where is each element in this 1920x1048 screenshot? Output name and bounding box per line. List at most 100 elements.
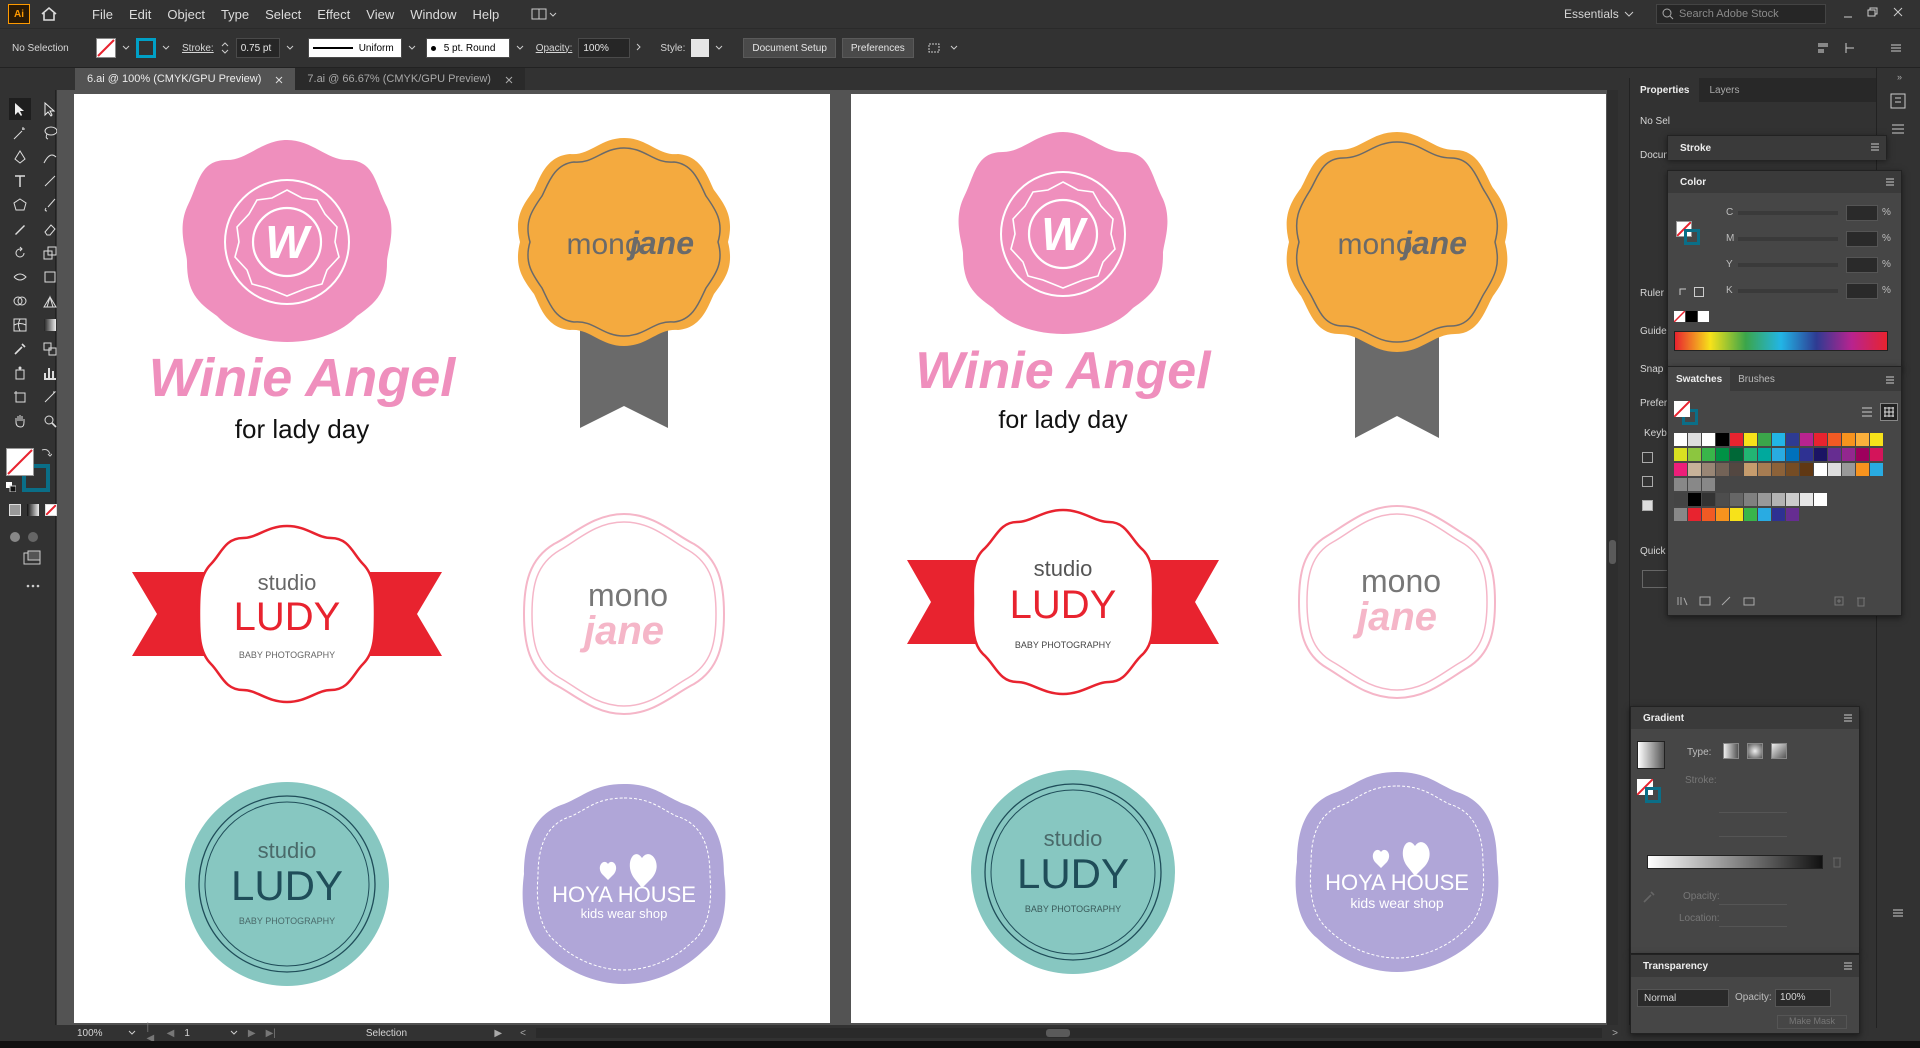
color-swatch[interactable] [1674, 508, 1687, 521]
stock-search-field[interactable]: Search Adobe Stock [1656, 4, 1826, 24]
color-swatch[interactable] [1688, 508, 1701, 521]
delete-stop-icon[interactable] [1831, 855, 1843, 869]
color-swatch[interactable] [1772, 448, 1785, 461]
color-swatch[interactable] [1772, 463, 1785, 476]
swap-fill-stroke-icon[interactable] [40, 446, 53, 458]
pen-tool-icon[interactable] [9, 146, 31, 168]
symbol-sprayer-tool-icon[interactable] [9, 362, 31, 384]
swatch-fill-stroke-widget[interactable] [1673, 400, 1700, 427]
color-swatch[interactable] [1786, 463, 1799, 476]
eyedropper-icon[interactable] [1641, 889, 1657, 905]
stroke-label[interactable]: Stroke: [182, 43, 214, 54]
menu-effect[interactable]: Effect [309, 7, 358, 22]
align-icon[interactable] [1816, 40, 1832, 56]
color-stroke-box[interactable] [1684, 229, 1700, 245]
panel-menu-icon[interactable] [1843, 713, 1853, 723]
props-checkbox-2[interactable] [1642, 476, 1653, 487]
gradient-stroke-box[interactable] [1645, 787, 1661, 803]
color-swatch[interactable] [1674, 463, 1687, 476]
color-swatch[interactable] [1702, 478, 1715, 491]
color-swatch[interactable] [1674, 493, 1687, 506]
show-swatch-kinds-icon[interactable] [1698, 595, 1712, 607]
color-swatch[interactable] [1688, 433, 1701, 446]
brush-definition-select[interactable]: 5 pt. Round [425, 38, 510, 58]
color-mode-icon[interactable] [9, 504, 21, 516]
grid-view-icon[interactable] [1880, 403, 1898, 421]
tab-6ai[interactable]: 6.ai @ 100% (CMYK/GPU Preview) [75, 68, 296, 90]
document-setup-button[interactable]: Document Setup [743, 38, 836, 58]
k-slider[interactable] [1738, 289, 1838, 293]
color-swatch[interactable] [1828, 433, 1841, 446]
dock-menu-icon[interactable] [1891, 906, 1905, 920]
menu-help[interactable]: Help [464, 7, 507, 22]
color-swatch[interactable] [1772, 493, 1785, 506]
menu-file[interactable]: File [84, 7, 121, 22]
color-swatch[interactable] [1758, 433, 1771, 446]
artboard-2[interactable]: W Winie Angel for lady day mono jane stu… [851, 94, 1606, 1023]
gradient-mode-icon[interactable] [27, 504, 39, 516]
color-swatch[interactable] [1772, 433, 1785, 446]
horizontal-scroll-thumb[interactable] [1045, 1029, 1070, 1037]
color-swatch[interactable] [1716, 493, 1729, 506]
k-field[interactable] [1846, 283, 1878, 299]
preferences-button[interactable]: Preferences [841, 38, 914, 58]
blend-mode-select[interactable]: Normal [1637, 989, 1729, 1007]
gradient-panel-title[interactable]: Gradient [1643, 713, 1684, 724]
color-swatch[interactable] [1772, 508, 1785, 521]
color-swatch[interactable] [1744, 448, 1757, 461]
chevron-down-icon[interactable] [1624, 9, 1634, 17]
color-panel-title[interactable]: Color [1680, 177, 1706, 188]
chevron-down-icon[interactable] [162, 42, 170, 54]
swatch-fill-box[interactable] [1673, 400, 1691, 418]
color-swatch[interactable] [1842, 463, 1855, 476]
color-swatch[interactable] [1730, 448, 1743, 461]
menu-type[interactable]: Type [213, 7, 257, 22]
stroke-panel-title[interactable]: Stroke [1680, 143, 1711, 154]
color-swatch[interactable] [1674, 448, 1687, 461]
menu-window[interactable]: Window [402, 7, 464, 22]
libraries-icon[interactable] [1889, 92, 1907, 110]
vertical-scroll-thumb[interactable] [1609, 540, 1616, 564]
close-tab-icon[interactable] [275, 75, 283, 84]
swatch-grid[interactable] [1674, 433, 1884, 523]
gradient-opacity-field[interactable] [1719, 889, 1787, 905]
out-of-gamut-icon[interactable] [1678, 287, 1688, 297]
magic-wand-tool-icon[interactable] [9, 122, 31, 144]
chevron-down-icon[interactable] [128, 1028, 136, 1039]
panel-menu-icon[interactable] [1843, 961, 1853, 971]
stroke-swatch[interactable] [136, 38, 156, 58]
color-swatch[interactable] [1744, 463, 1757, 476]
chevron-down-icon[interactable] [408, 42, 416, 54]
chevron-right-icon[interactable] [636, 42, 644, 54]
color-swatch[interactable] [1702, 448, 1715, 461]
type-tool-icon[interactable] [9, 170, 31, 192]
tab-layers[interactable]: Layers [1699, 85, 1749, 96]
collapse-panels-icon[interactable]: » [1897, 72, 1902, 82]
web-color-icon[interactable] [1694, 287, 1704, 297]
new-swatch-icon[interactable] [1832, 595, 1846, 607]
stroke-stepper-icon[interactable] [220, 40, 230, 56]
props-checkbox-1[interactable] [1642, 452, 1653, 463]
properties-icon[interactable] [1889, 120, 1907, 138]
shape-builder-tool-icon[interactable] [9, 290, 31, 312]
pencil-tool-icon[interactable] [9, 218, 31, 240]
transparency-panel-title[interactable]: Transparency [1643, 961, 1708, 972]
edit-toolbar-icon[interactable] [26, 580, 40, 588]
chevron-down-icon[interactable] [950, 42, 958, 54]
transparency-opacity-field[interactable]: 100% [1775, 989, 1831, 1007]
menu-object[interactable]: Object [159, 7, 213, 22]
rotate-tool-icon[interactable] [9, 242, 31, 264]
canvas-area[interactable]: W Winie Angel for lady day mono jane stu… [57, 90, 1618, 1025]
color-swatch[interactable] [1702, 508, 1715, 521]
color-swatch[interactable] [1688, 493, 1701, 506]
default-fill-stroke-icon[interactable] [6, 482, 17, 493]
chevron-down-icon[interactable] [122, 42, 130, 54]
eyedropper-tool-icon[interactable] [9, 338, 31, 360]
minimize-window-icon[interactable] [1842, 8, 1854, 20]
color-swatch[interactable] [1814, 463, 1827, 476]
radial-gradient-button[interactable] [1747, 743, 1763, 759]
restore-window-icon[interactable] [1866, 6, 1878, 18]
color-swatch[interactable] [1688, 448, 1701, 461]
graphic-style-swatch[interactable] [691, 39, 710, 57]
chevron-down-icon[interactable] [286, 42, 294, 54]
